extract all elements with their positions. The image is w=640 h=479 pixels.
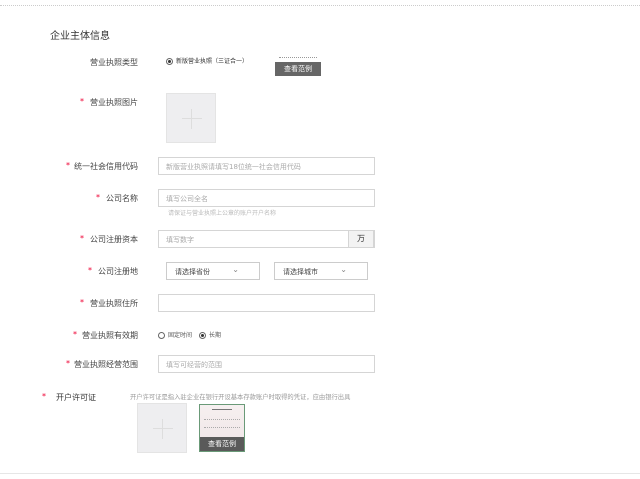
option-label: 固定时间 [168, 332, 193, 339]
required-mark: * [73, 330, 77, 339]
scope-label: 营业执照经营范围 [74, 360, 138, 369]
capital-label: 公司注册资本 [90, 235, 138, 244]
license-type-label: 营业执照类型 [90, 58, 138, 67]
license-sample[interactable]: 查看范例 [275, 54, 321, 76]
credit-code-label: 统一社会信用代码 [74, 162, 138, 171]
validity-long-term-radio[interactable]: 长期 [199, 330, 221, 339]
permit-label: 开户许可证 [56, 393, 96, 402]
permit-sample[interactable]: 查看范例 [199, 404, 245, 452]
location-label: 公司注册地 [98, 267, 138, 276]
license-image-upload[interactable] [166, 93, 216, 143]
address-label: 营业执照住所 [90, 299, 138, 308]
company-name-input[interactable]: 填写公司全名 [158, 189, 375, 207]
license-type-radio[interactable]: 新版营业执照（三证合一） [166, 56, 248, 65]
credit-code-input[interactable]: 新版营业执照请填写18位统一社会信用代码 [158, 157, 375, 175]
city-value: 请选择城市 [283, 268, 318, 276]
required-mark: * [80, 97, 84, 106]
chevron-down-icon: ⌄ [340, 265, 347, 274]
required-mark: * [88, 266, 92, 275]
scope-input[interactable]: 填写可经营的范围 [158, 355, 375, 373]
validity-label: 营业执照有效期 [82, 331, 138, 340]
required-mark: * [80, 234, 84, 243]
required-mark: * [80, 298, 84, 307]
option-label: 长期 [209, 332, 222, 339]
license-type-option: 新版营业执照（三证合一） [176, 58, 249, 65]
company-name-label: 公司名称 [106, 194, 138, 203]
capital-unit: 万 [348, 231, 374, 247]
permit-upload[interactable] [137, 403, 187, 453]
license-image-label: 营业执照图片 [90, 98, 138, 107]
city-select[interactable]: 请选择城市 ⌄ [274, 262, 368, 280]
view-sample-button[interactable]: 查看范例 [275, 62, 321, 76]
chevron-down-icon: ⌄ [232, 265, 239, 274]
bottom-divider [0, 473, 640, 474]
radio-icon [158, 332, 165, 339]
capital-placeholder: 填写数字 [166, 236, 194, 244]
required-mark: * [42, 392, 46, 401]
required-mark: * [66, 359, 70, 368]
province-select[interactable]: 请选择省份 ⌄ [166, 262, 260, 280]
required-mark: * [96, 193, 100, 202]
view-sample-button[interactable]: 查看范例 [200, 437, 244, 451]
top-divider [0, 5, 640, 6]
section-title: 企业主体信息 [50, 31, 110, 42]
address-input[interactable] [158, 294, 375, 312]
province-value: 请选择省份 [175, 268, 210, 276]
capital-input[interactable]: 填写数字 万 [158, 230, 375, 248]
permit-description: 开户许可证是指入驻企业在银行开设基本存款账户时取得的凭证，应由银行出具 [130, 394, 351, 401]
company-name-hint: 请保证与营业执照上公章的账户开户名称 [168, 210, 277, 217]
required-mark: * [66, 161, 70, 170]
radio-icon [166, 58, 173, 65]
validity-fixed-radio[interactable]: 固定时间 [158, 330, 192, 339]
radio-icon [199, 332, 206, 339]
